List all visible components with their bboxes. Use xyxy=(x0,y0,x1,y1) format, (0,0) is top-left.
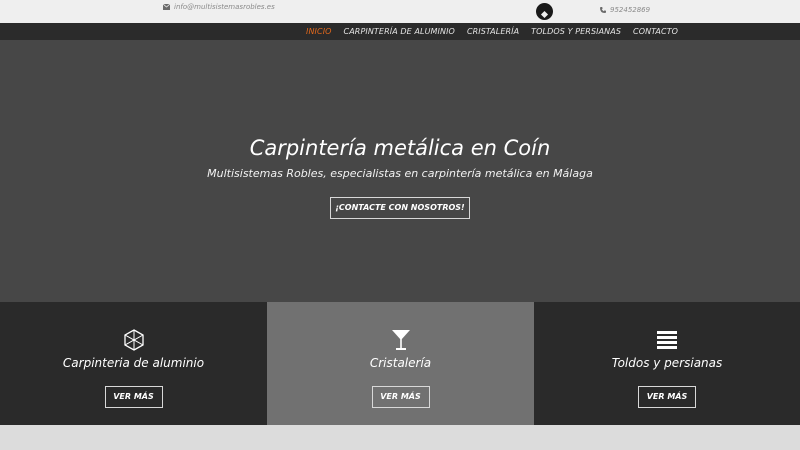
nav-item-toldos[interactable]: TOLDOS Y PERSIANAS xyxy=(531,27,621,36)
top-bar: info@multisistemasrobles.es 952452869 xyxy=(0,0,800,23)
email-contact[interactable]: info@multisistemasrobles.es xyxy=(163,3,275,11)
panel-toldos: Toldos y persianas VER MÁS xyxy=(534,302,800,425)
panel-title: Cristalería xyxy=(369,356,432,370)
nav-item-contacto[interactable]: CONTACTO xyxy=(633,27,678,36)
nav-item-carpinteria[interactable]: CARPINTERÍA DE ALUMINIO xyxy=(344,27,455,36)
main-navbar: INICIO CARPINTERÍA DE ALUMINIO CRISTALER… xyxy=(0,23,800,40)
ver-mas-button[interactable]: VER MÁS xyxy=(638,386,696,408)
panel-title: Toldos y persianas xyxy=(611,356,723,370)
hexagon-cube-icon xyxy=(123,329,144,351)
ver-mas-button[interactable]: VER MÁS xyxy=(104,386,163,408)
panel-cristaleria: Cristalería VER MÁS xyxy=(267,302,534,425)
nav-item-cristaleria[interactable]: CRISTALERÍA xyxy=(467,27,519,36)
phone-icon xyxy=(600,7,606,13)
logo-icon[interactable] xyxy=(536,3,553,20)
cocktail-glass-icon xyxy=(391,330,410,350)
hero-subtitle: Multisistemas Robles, especialistas en c… xyxy=(207,167,593,180)
panel-title: Carpinteria de aluminio xyxy=(62,356,205,370)
footer-strip xyxy=(0,425,800,450)
phone-text[interactable]: 952452869 xyxy=(610,6,650,14)
service-panels: Carpinteria de aluminio VER MÁS Cristale… xyxy=(0,302,800,425)
envelope-icon xyxy=(163,4,170,10)
phone-contact[interactable]: 952452869 xyxy=(600,6,650,14)
ver-mas-button[interactable]: VER MÁS xyxy=(371,386,430,408)
panel-carpinteria: Carpinteria de aluminio VER MÁS xyxy=(0,302,267,425)
hero-section: Carpintería metálica en Coín Multisistem… xyxy=(0,40,800,302)
email-text[interactable]: info@multisistemasrobles.es xyxy=(174,3,275,11)
blinds-icon xyxy=(657,331,677,349)
contact-button[interactable]: ¡CONTACTE CON NOSOTROS! xyxy=(330,197,470,219)
main-nav: INICIO CARPINTERÍA DE ALUMINIO CRISTALER… xyxy=(306,23,690,40)
hero-title: Carpintería metálica en Coín xyxy=(249,136,551,160)
nav-item-inicio[interactable]: INICIO xyxy=(306,27,332,36)
